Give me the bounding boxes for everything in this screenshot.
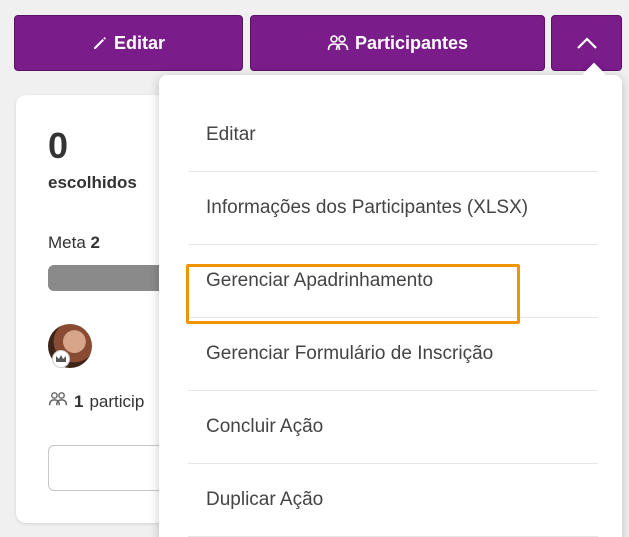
participants-label: particip [89,391,145,411]
edit-button[interactable]: Editar [14,15,243,71]
chosen-count: 0 [48,125,69,166]
group-icon [327,34,349,52]
goal-label: Meta 2 [48,233,100,253]
menu-item-manage-signup-form[interactable]: Gerenciar Formulário de Inscrição [188,318,598,391]
menu-item-conclude-action[interactable]: Concluir Ação [188,391,598,464]
crown-icon [52,350,70,368]
menu-item-manage-sponsorship[interactable]: Gerenciar Apadrinhamento [188,245,598,318]
avatar[interactable] [48,324,92,368]
group-icon [48,391,68,412]
menu-item-participants-xlsx[interactable]: Informações dos Participantes (XLSX) [188,172,598,245]
goal-value: 2 [90,233,100,252]
edit-button-label: Editar [113,32,165,53]
menu-item-duplicate-action[interactable]: Duplicar Ação [188,464,598,537]
menu-item-edit[interactable]: Editar [188,99,598,172]
participants-button-label: Participantes [354,32,469,53]
chosen-label: escolhidos [48,173,137,192]
participants-button[interactable]: Participantes [250,15,545,71]
pencil-icon [92,35,108,51]
participants-summary: 1 particip [48,391,144,412]
menu-toggle-button[interactable] [551,15,622,71]
chevron-up-icon [576,36,598,50]
actions-dropdown-menu: Editar Informações dos Participantes (XL… [159,75,622,537]
goal-label-text: Meta [48,233,86,252]
participants-count: 1 [74,391,84,411]
